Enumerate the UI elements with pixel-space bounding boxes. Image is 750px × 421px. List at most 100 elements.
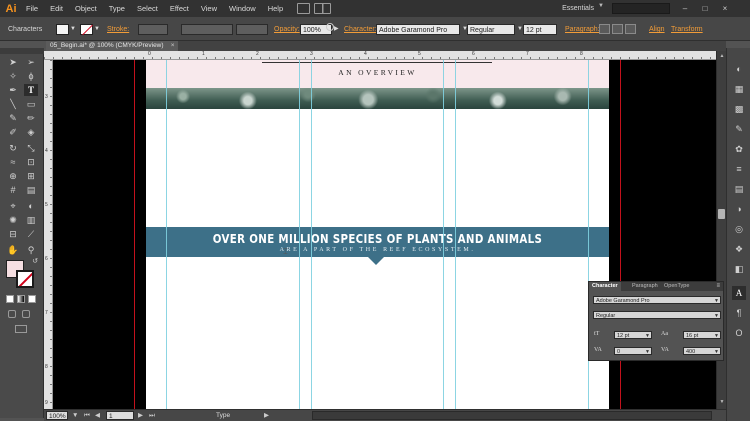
transparency-panel-icon[interactable]: ◑ bbox=[732, 202, 746, 216]
gradient-panel-icon[interactable]: ▤ bbox=[732, 182, 746, 196]
arrange-documents-icon[interactable] bbox=[314, 3, 332, 14]
panel-grip[interactable] bbox=[0, 48, 44, 54]
zoom-field[interactable]: 100% bbox=[46, 411, 68, 420]
rotate-tool-icon[interactable]: ↻ bbox=[6, 142, 20, 154]
vertical-ruler[interactable]: 3 4 5 6 7 8 9 bbox=[44, 60, 53, 409]
column-guide[interactable] bbox=[311, 60, 312, 409]
chevron-down-icon[interactable]: ▼ bbox=[70, 24, 76, 35]
search-input[interactable] bbox=[612, 3, 670, 14]
brushes-panel-icon[interactable]: ✎ bbox=[732, 122, 746, 136]
chevron-down-icon[interactable]: ▼ bbox=[714, 297, 719, 305]
blob-brush-tool-icon[interactable]: ✐ bbox=[6, 126, 20, 138]
close-button[interactable]: × bbox=[718, 2, 732, 15]
layers-panel-icon[interactable]: ◧ bbox=[732, 262, 746, 276]
font-style-field[interactable]: Regular bbox=[467, 24, 515, 35]
chevron-down-icon[interactable]: ▼ bbox=[72, 411, 78, 420]
align-center-icon[interactable] bbox=[612, 24, 623, 34]
opentype-panel-icon[interactable]: O bbox=[732, 326, 746, 340]
gradient-mode-icon[interactable] bbox=[17, 295, 25, 303]
stroke-panel-icon[interactable]: ≡ bbox=[732, 162, 746, 176]
draw-behind-icon[interactable] bbox=[22, 310, 30, 318]
character-panel-icon[interactable]: A bbox=[732, 286, 746, 300]
menu-object[interactable]: Object bbox=[69, 0, 103, 17]
color-guide-panel-icon[interactable]: ▦ bbox=[732, 82, 746, 96]
menu-edit[interactable]: Edit bbox=[44, 0, 69, 17]
draw-normal-icon[interactable] bbox=[8, 310, 16, 318]
artboard-tool-icon[interactable]: ⊟ bbox=[6, 228, 20, 240]
stroke-link[interactable]: Stroke: bbox=[107, 24, 129, 35]
column-guide[interactable] bbox=[455, 60, 456, 409]
transform-link[interactable]: Transform bbox=[671, 24, 703, 35]
scroll-up-icon[interactable]: ▲ bbox=[718, 53, 726, 61]
reef-photo[interactable] bbox=[146, 88, 609, 109]
align-link[interactable]: Align bbox=[649, 24, 665, 35]
tab-paragraph[interactable]: Paragraph bbox=[629, 282, 661, 291]
graphic-styles-panel-icon[interactable]: ❖ bbox=[732, 242, 746, 256]
symbols-panel-icon[interactable]: ✿ bbox=[732, 142, 746, 156]
menu-view[interactable]: View bbox=[195, 0, 223, 17]
screen-mode-icon[interactable] bbox=[15, 325, 27, 333]
pen-tool-icon[interactable]: ✒ bbox=[6, 84, 20, 96]
slice-tool-icon[interactable]: ⟋ bbox=[24, 228, 38, 240]
stroke-color-swatch[interactable] bbox=[16, 270, 34, 288]
menu-help[interactable]: Help bbox=[262, 0, 289, 17]
menu-effect[interactable]: Effect bbox=[164, 0, 195, 17]
previous-artboard-icon[interactable]: ◀ bbox=[95, 411, 100, 420]
recolor-icon[interactable] bbox=[326, 23, 334, 31]
horizontal-scrollbar[interactable] bbox=[312, 411, 712, 420]
lasso-tool-icon[interactable]: ϕ bbox=[24, 70, 38, 82]
gradient-tool-icon[interactable]: ▤ bbox=[24, 184, 38, 196]
workspace-switcher[interactable]: Essentials bbox=[544, 3, 596, 14]
overview-title[interactable]: AN OVERVIEW bbox=[146, 68, 609, 77]
panel-menu-icon[interactable]: ≡ bbox=[716, 282, 720, 291]
artboard-number-field[interactable]: 1 bbox=[106, 411, 134, 420]
stroke-weight-field[interactable] bbox=[138, 24, 168, 35]
paragraph-panel-icon[interactable]: ¶ bbox=[732, 306, 746, 320]
zoom-tool-icon[interactable]: ⚲ bbox=[24, 244, 38, 256]
none-mode-icon[interactable] bbox=[28, 295, 36, 303]
swap-colors-icon[interactable]: ↺ bbox=[28, 256, 42, 268]
eraser-tool-icon[interactable]: ◈ bbox=[24, 126, 38, 138]
font-family-field[interactable]: Adobe Garamond Pro bbox=[376, 24, 460, 35]
chevron-down-icon[interactable]: ▼ bbox=[598, 3, 604, 9]
last-artboard-icon[interactable]: ⏭ bbox=[149, 411, 155, 420]
menu-file[interactable]: File bbox=[20, 0, 44, 17]
scrollbar-thumb[interactable] bbox=[718, 209, 725, 219]
stroke-swatch[interactable] bbox=[80, 24, 93, 35]
panel-font-style-field[interactable]: Regular ▼ bbox=[593, 311, 721, 319]
panel-font-size-field[interactable]: 12 pt ▼ bbox=[614, 331, 652, 339]
blend-tool-icon[interactable]: ◐ bbox=[24, 200, 38, 212]
artboard[interactable]: AN OVERVIEW OVER ONE MILLION SPECIES OF … bbox=[146, 60, 609, 409]
menu-type[interactable]: Type bbox=[103, 0, 131, 17]
column-guide[interactable] bbox=[443, 60, 444, 409]
font-size-field[interactable]: 12 pt bbox=[523, 24, 557, 35]
chevron-right-icon[interactable]: ▶ bbox=[334, 24, 339, 35]
maximize-button[interactable]: □ bbox=[698, 2, 712, 15]
pencil-tool-icon[interactable]: ✏ bbox=[24, 112, 38, 124]
chevron-down-icon[interactable]: ▼ bbox=[645, 332, 650, 340]
chevron-down-icon[interactable]: ▼ bbox=[714, 312, 719, 320]
minimize-button[interactable]: – bbox=[678, 2, 692, 15]
column-guide[interactable] bbox=[166, 60, 167, 409]
panel-font-family-field[interactable]: Adobe Garamond Pro ▼ bbox=[593, 296, 721, 304]
brush-definition[interactable] bbox=[236, 24, 268, 35]
menu-select[interactable]: Select bbox=[131, 0, 164, 17]
shape-builder-tool-icon[interactable]: ⊕ bbox=[6, 170, 20, 182]
panel-kerning-field[interactable]: 0 ▼ bbox=[614, 347, 652, 355]
appearance-panel-icon[interactable]: ◎ bbox=[732, 222, 746, 236]
line-tool-icon[interactable]: ╲ bbox=[6, 98, 20, 110]
selection-tool-icon[interactable]: ➤ bbox=[6, 56, 20, 68]
document-tab[interactable]: 05_Begin.ai* @ 100% (CMYK/Preview) × bbox=[46, 41, 178, 51]
chevron-down-icon[interactable]: ▼ bbox=[94, 24, 100, 35]
column-guide[interactable] bbox=[299, 60, 300, 409]
horizontal-ruler[interactable]: 0 1 2 3 4 5 6 7 8 bbox=[44, 51, 716, 60]
eyedropper-tool-icon[interactable]: ⌖ bbox=[6, 200, 20, 212]
next-artboard-icon[interactable]: ▶ bbox=[138, 411, 143, 420]
first-artboard-icon[interactable]: ⏮ bbox=[84, 411, 90, 420]
opacity-link[interactable]: Opacity: bbox=[274, 24, 300, 35]
align-left-icon[interactable] bbox=[599, 24, 610, 34]
scale-tool-icon[interactable]: ⤡ bbox=[24, 142, 38, 154]
chevron-down-icon[interactable]: ▼ bbox=[645, 348, 650, 356]
column-graph-tool-icon[interactable]: ▥ bbox=[24, 214, 38, 226]
direct-selection-tool-icon[interactable]: ➢ bbox=[24, 56, 38, 68]
